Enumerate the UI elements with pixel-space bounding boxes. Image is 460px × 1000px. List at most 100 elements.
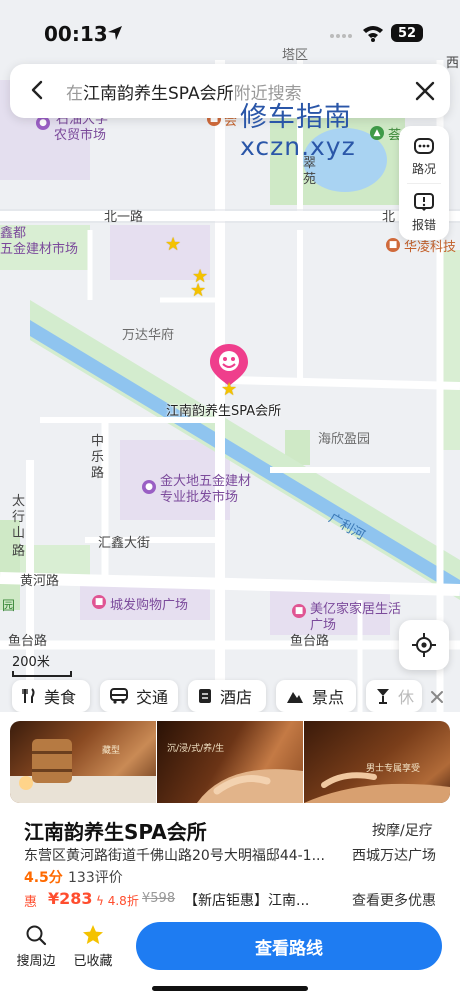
chip-leisure[interactable]: 休 (366, 680, 422, 712)
watermark-line2: xczn.xyz (240, 132, 356, 161)
spa-bucket-image (10, 739, 156, 803)
chip-leisure-label: 休 (398, 688, 415, 707)
saved-star-icon[interactable]: ★ (190, 282, 206, 300)
shop-photo[interactable]: 沉/浸/式/养/生 (157, 721, 303, 803)
deal-discount: ϟ 4.8折 (96, 892, 139, 909)
map-label-wanda-huafu: 万达华府 (122, 328, 175, 343)
map-scale: 200米 (12, 651, 72, 677)
search-icon (26, 925, 47, 946)
map-label-hardware: 五金建材市场 (0, 242, 79, 257)
chip-food-label: 美食 (44, 688, 77, 707)
shop-category: 按摩/足疗 (372, 823, 433, 839)
market-poi-icon: ● (142, 480, 156, 494)
chip-scenic[interactable]: 景点 (276, 680, 356, 712)
map-label-zhongle-3: 路 (91, 466, 105, 481)
scale-label: 200米 (12, 655, 50, 670)
pin-label: 江南韵养生SPA会所 (166, 404, 282, 419)
univ-poi-icon: ● (36, 116, 50, 130)
search-query[interactable]: 在江南韵养生SPA会所附近搜索 (66, 79, 302, 104)
fork-knife-icon (22, 688, 36, 704)
saved-button[interactable]: 已收藏 (65, 920, 121, 969)
scale-bar (12, 671, 72, 677)
map-label-farm-market: 农贸市场 (54, 128, 107, 143)
chip-transit[interactable]: 交通 (100, 680, 178, 712)
deal-badge: 惠 (24, 895, 38, 910)
map-label-huanghe: 黄河路 (20, 574, 60, 589)
deal-row[interactable]: 惠 ¥283 ϟ 4.8折 ¥598 【新店钜惠】江南... 查看更多优惠 (24, 889, 444, 912)
map-label-jindadi-2: 专业批发市场 (160, 490, 239, 505)
shop-photo[interactable]: 男士专属享受 (304, 721, 450, 803)
map-label-north-rd-1: 北一路 (104, 210, 144, 225)
shop-address: 东营区黄河路街道千佛山路20号大明福邸44-1... (24, 848, 325, 864)
traffic-icon (414, 138, 434, 154)
shop-photo[interactable]: 藏型 (10, 721, 156, 803)
deal-original-price: ¥598 (142, 891, 176, 906)
shop-reviews[interactable]: 133评价 (68, 867, 123, 887)
photo-strip[interactable]: 藏型 沉/浸/式/养/生 男士专属享受 (10, 721, 450, 803)
report-label: 报错 (411, 218, 436, 232)
map-label-huixin: 汇鑫大街 (98, 536, 151, 551)
map-label-taihang-4: 路 (12, 544, 26, 559)
search-bar[interactable]: 在江南韵养生SPA会所附近搜索 (10, 64, 450, 118)
deal-price: ¥283 (48, 889, 93, 908)
photo-caption-3: 男士专属享受 (366, 764, 421, 774)
crosshair-icon (412, 633, 436, 657)
locate-me-button[interactable] (399, 620, 449, 670)
star-icon (83, 925, 103, 944)
deal-title: 【新店钜惠】江南... (184, 893, 310, 909)
map-label-chengfa: 城发购物广场 (110, 598, 189, 613)
mountain-icon (286, 688, 304, 704)
company-poi-icon: ■ (386, 238, 400, 252)
map-label-taihang-3: 山 (12, 526, 26, 541)
wifi-icon (363, 26, 383, 42)
map-label-haixin: 海欣盈园 (318, 432, 371, 447)
hotel-icon (198, 688, 212, 704)
traffic-label: 路况 (411, 162, 436, 176)
saved-label: 已收藏 (73, 954, 113, 969)
search-prefix: 在 (66, 84, 83, 104)
search-place: 江南韵养生SPA会所 (83, 84, 234, 104)
shop-area: 西城万达广场 (352, 848, 436, 864)
mall-poi-icon: ■ (92, 595, 106, 609)
map-label-yuan: 园 (2, 599, 16, 614)
map-label-yutai-left: 鱼台路 (8, 634, 48, 649)
report-button[interactable]: 报错 (399, 184, 449, 240)
cocktail-icon (376, 688, 390, 704)
map-tools-panel: 路况 报错 (399, 126, 449, 240)
view-route-button[interactable]: 查看路线 (136, 922, 442, 970)
saved-star-icon[interactable]: ★ (165, 236, 181, 254)
back-arrow-icon[interactable] (26, 78, 50, 102)
chip-food[interactable]: 美食 (12, 680, 90, 712)
traffic-button[interactable]: 路况 (399, 128, 449, 184)
watermark-line1: 修车指南 (240, 102, 352, 133)
chip-hotel[interactable]: 酒店 (188, 680, 266, 712)
chip-transit-label: 交通 (136, 688, 169, 707)
chips-close-icon[interactable] (426, 686, 448, 708)
home-mall-poi-icon: ■ (292, 604, 306, 618)
chip-scenic-label: 景点 (312, 688, 345, 707)
map-label-north-rd-1-right: 北 (382, 210, 396, 225)
battery-icon: 52 (391, 24, 423, 42)
category-chips: 美食 交通 酒店 景点 休 (0, 680, 460, 714)
bus-icon (110, 688, 128, 704)
home-indicator (152, 986, 308, 991)
signal-dots-icon (330, 34, 352, 38)
nearby-label: 搜周边 (16, 954, 56, 969)
photo-caption-1: 藏型 (102, 746, 121, 756)
shop-rating: 4.5分 (24, 870, 63, 886)
status-bar: 00:13 52 (0, 0, 460, 64)
search-suffix: 附近搜索 (233, 84, 302, 104)
status-time: 00:13 (44, 22, 108, 46)
location-arrow-icon (108, 26, 122, 40)
report-icon (414, 193, 434, 211)
map-label-yuan2: 苑 (303, 172, 317, 187)
park-poi-icon: ▲ (370, 126, 384, 140)
deal-discount-label: 4.8折 (107, 894, 139, 908)
photo-caption-2: 沉/浸/式/养/生 (167, 744, 225, 754)
nearby-search-button[interactable]: 搜周边 (8, 920, 64, 969)
map-label-yutai-right: 鱼台路 (290, 634, 330, 649)
more-deals-link[interactable]: 查看更多优惠 (352, 890, 436, 910)
shop-name[interactable]: 江南韵养生SPA会所 (24, 816, 207, 845)
chip-hotel-label: 酒店 (220, 688, 253, 707)
close-icon[interactable] (412, 78, 438, 104)
